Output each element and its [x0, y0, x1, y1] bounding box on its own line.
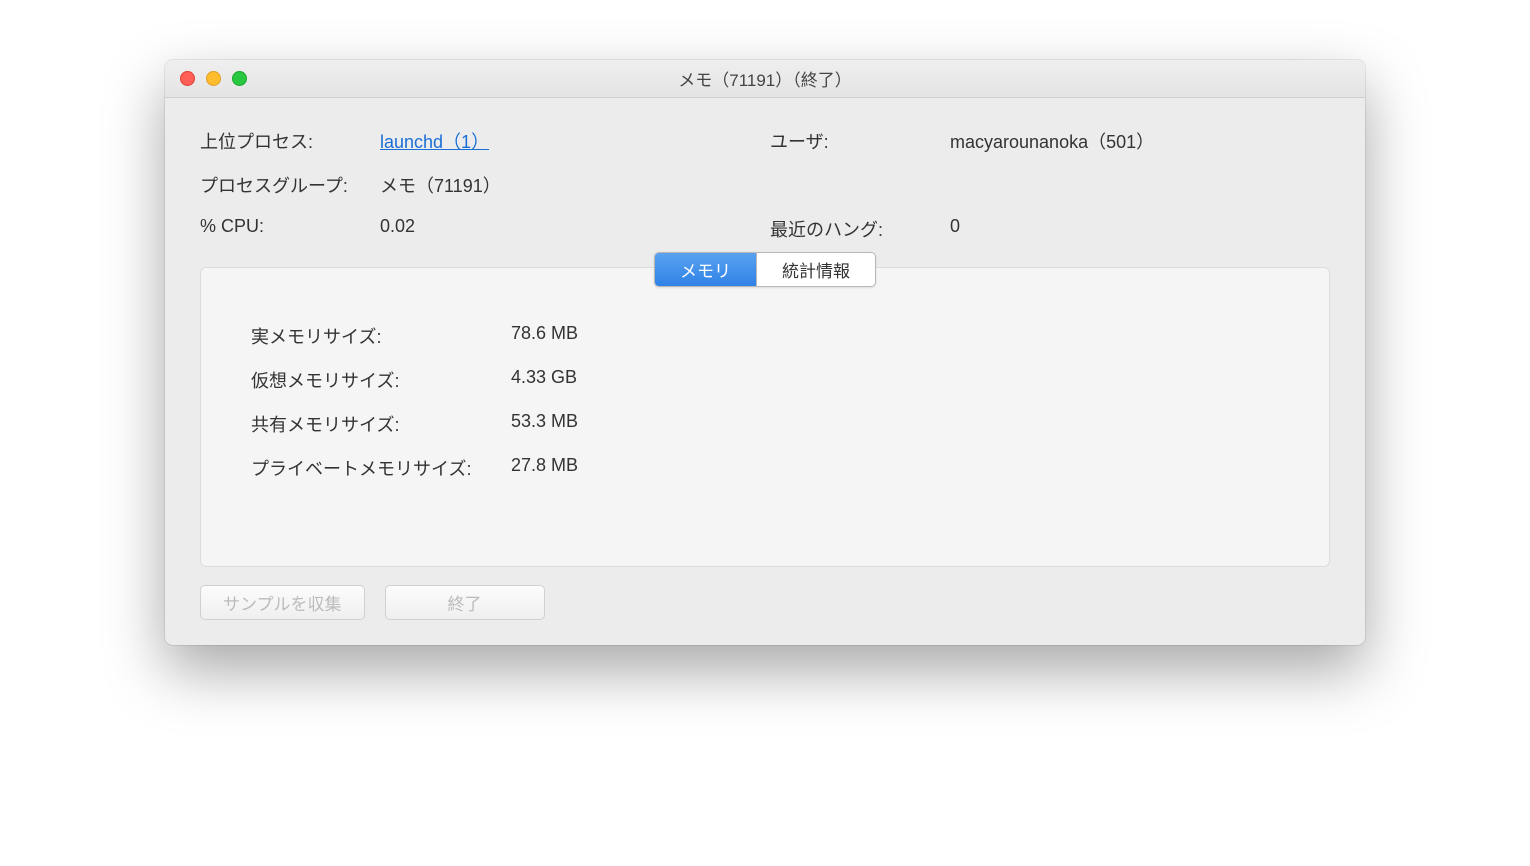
real-memory-label: 実メモリサイズ:: [251, 323, 511, 349]
memory-grid: 実メモリサイズ: 78.6 MB 仮想メモリサイズ: 4.33 GB 共有メモリ…: [251, 323, 1279, 481]
process-info-window: メモ（71191）（終了） 上位プロセス: launchd（1） ユーザ: ma…: [165, 60, 1365, 645]
window-title: メモ（71191）（終了）: [165, 66, 1365, 91]
cpu-value: 0.02: [380, 216, 760, 242]
quit-button[interactable]: 終了: [385, 585, 545, 620]
real-memory-value: 78.6 MB: [511, 323, 1279, 349]
shared-memory-value: 53.3 MB: [511, 411, 1279, 437]
process-group-value: メモ（71191）: [380, 172, 760, 198]
tab-memory[interactable]: メモリ: [655, 253, 756, 286]
private-memory-value: 27.8 MB: [511, 455, 1279, 481]
minimize-button[interactable]: [206, 71, 221, 86]
traffic-lights: [165, 71, 247, 86]
private-memory-label: プライベートメモリサイズ:: [251, 455, 511, 481]
sample-button[interactable]: サンプルを収集: [200, 585, 365, 620]
panel-wrap: メモリ 統計情報 実メモリサイズ: 78.6 MB 仮想メモリサイズ: 4.33…: [200, 267, 1330, 567]
cpu-label: % CPU:: [200, 216, 370, 242]
tab-statistics[interactable]: 統計情報: [756, 253, 875, 286]
parent-process-link[interactable]: launchd（1）: [380, 132, 489, 152]
close-button[interactable]: [180, 71, 195, 86]
parent-process-label: 上位プロセス:: [200, 128, 370, 154]
process-info-grid: 上位プロセス: launchd（1） ユーザ: macyarounanoka（5…: [200, 128, 1330, 242]
user-value: macyarounanoka（501）: [950, 128, 1330, 154]
footer: サンプルを収集 終了: [200, 585, 1330, 620]
virtual-memory-label: 仮想メモリサイズ:: [251, 367, 511, 393]
parent-process-value: launchd（1）: [380, 128, 760, 154]
titlebar: メモ（71191）（終了）: [165, 60, 1365, 98]
recent-hangs-value: 0: [950, 216, 1330, 242]
zoom-button[interactable]: [232, 71, 247, 86]
memory-panel: 実メモリサイズ: 78.6 MB 仮想メモリサイズ: 4.33 GB 共有メモリ…: [200, 267, 1330, 567]
recent-hangs-label: 最近のハング:: [770, 216, 940, 242]
shared-memory-label: 共有メモリサイズ:: [251, 411, 511, 437]
tab-bar: メモリ 統計情報: [654, 252, 876, 287]
content: 上位プロセス: launchd（1） ユーザ: macyarounanoka（5…: [165, 98, 1365, 645]
virtual-memory-value: 4.33 GB: [511, 367, 1279, 393]
process-group-label: プロセスグループ:: [200, 172, 370, 198]
user-label: ユーザ:: [770, 128, 940, 154]
